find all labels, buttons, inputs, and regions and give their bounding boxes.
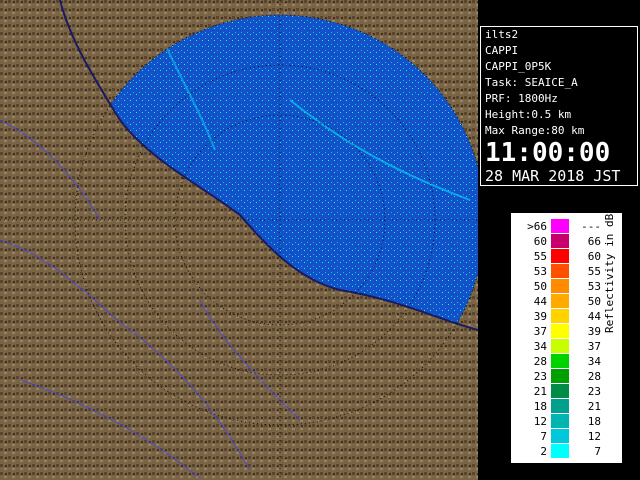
legend-upper-bound: 60 bbox=[587, 250, 601, 263]
observation-time: 11:00:00 bbox=[485, 138, 611, 168]
legend-upper-bound: 39 bbox=[587, 325, 601, 338]
legend-upper-bound: 37 bbox=[587, 340, 601, 353]
legend-color-swatch bbox=[551, 264, 569, 278]
legend-lower-bound: 21 bbox=[533, 385, 547, 398]
legend-lower-bound: 44 bbox=[533, 295, 547, 308]
legend-upper-bound: 12 bbox=[587, 430, 601, 443]
legend-color-swatch bbox=[551, 219, 569, 233]
legend-lower-bound: 50 bbox=[533, 280, 547, 293]
station-name: ilts2 bbox=[485, 28, 519, 41]
prf-value: PRF: 1800Hz bbox=[485, 92, 558, 105]
legend-upper-bound: 18 bbox=[587, 415, 601, 428]
legend-upper-bound: 7 bbox=[594, 445, 601, 458]
legend-color-swatch bbox=[551, 354, 569, 368]
legend-lower-bound: 12 bbox=[533, 415, 547, 428]
legend-upper-bound: --- bbox=[581, 220, 601, 233]
product-type: CAPPI bbox=[485, 44, 519, 57]
height-value: Height:0.5 km bbox=[485, 108, 572, 121]
legend-lower-bound: 37 bbox=[533, 325, 547, 338]
legend-color-swatch bbox=[551, 279, 569, 293]
legend-color-swatch bbox=[551, 444, 569, 458]
observation-date: 28 MAR 2018 JST bbox=[485, 167, 621, 185]
legend-lower-bound: 7 bbox=[540, 430, 547, 443]
legend-lower-bound: 60 bbox=[533, 235, 547, 248]
legend-color-swatch bbox=[551, 309, 569, 323]
legend-color-swatch bbox=[551, 399, 569, 413]
legend-upper-bound: 21 bbox=[587, 400, 601, 413]
legend-upper-bound: 53 bbox=[587, 280, 601, 293]
legend-color-swatch bbox=[551, 324, 569, 338]
legend-upper-bound: 55 bbox=[587, 265, 601, 278]
legend-row: 21 23 bbox=[511, 384, 622, 399]
radar-map bbox=[0, 0, 478, 480]
max-range-value: Max Range:80 km bbox=[485, 124, 585, 137]
legend-color-swatch bbox=[551, 339, 569, 353]
legend-lower-bound: 2 bbox=[540, 445, 547, 458]
legend-lower-bound: >66 bbox=[527, 220, 547, 233]
legend-upper-bound: 28 bbox=[587, 370, 601, 383]
legend-row: 12 18 bbox=[511, 414, 622, 429]
legend-upper-bound: 66 bbox=[587, 235, 601, 248]
legend-row: 7 12 bbox=[511, 429, 622, 444]
legend-lower-bound: 28 bbox=[533, 355, 547, 368]
legend-color-swatch bbox=[551, 249, 569, 263]
legend-lower-bound: 34 bbox=[533, 340, 547, 353]
legend-lower-bound: 53 bbox=[533, 265, 547, 278]
legend-lower-bound: 39 bbox=[533, 310, 547, 323]
legend-upper-bound: 50 bbox=[587, 295, 601, 308]
legend-color-swatch bbox=[551, 369, 569, 383]
legend-upper-bound: 34 bbox=[587, 355, 601, 368]
legend-lower-bound: 23 bbox=[533, 370, 547, 383]
legend-upper-bound: 44 bbox=[587, 310, 601, 323]
legend-color-swatch bbox=[551, 429, 569, 443]
legend-lower-bound: 18 bbox=[533, 400, 547, 413]
legend-row: 34 37 bbox=[511, 339, 622, 354]
legend-color-swatch bbox=[551, 384, 569, 398]
legend-lower-bound: 55 bbox=[533, 250, 547, 263]
legend-color-swatch bbox=[551, 234, 569, 248]
legend-color-swatch bbox=[551, 414, 569, 428]
legend-upper-bound: 23 bbox=[587, 385, 601, 398]
legend-row: 23 28 bbox=[511, 369, 622, 384]
task-name: Task: SEAICE_A bbox=[485, 76, 578, 89]
legend-row: 28 34 bbox=[511, 354, 622, 369]
product-id: CAPPI_0P5K bbox=[485, 60, 552, 73]
legend-color-swatch bbox=[551, 294, 569, 308]
legend-row: 18 21 bbox=[511, 399, 622, 414]
legend-axis-label: Reflectivity in dBZ bbox=[603, 207, 616, 333]
legend-row: 27 bbox=[511, 444, 622, 459]
reflectivity-legend: >66 --- 60 66 55 60 53 55 50 53 44 50 39 44 37 39 34 37 28… bbox=[511, 207, 622, 463]
radar-info-panel: ilts2 CAPPI CAPPI_0P5K Task: SEAICE_A PR… bbox=[480, 26, 638, 186]
